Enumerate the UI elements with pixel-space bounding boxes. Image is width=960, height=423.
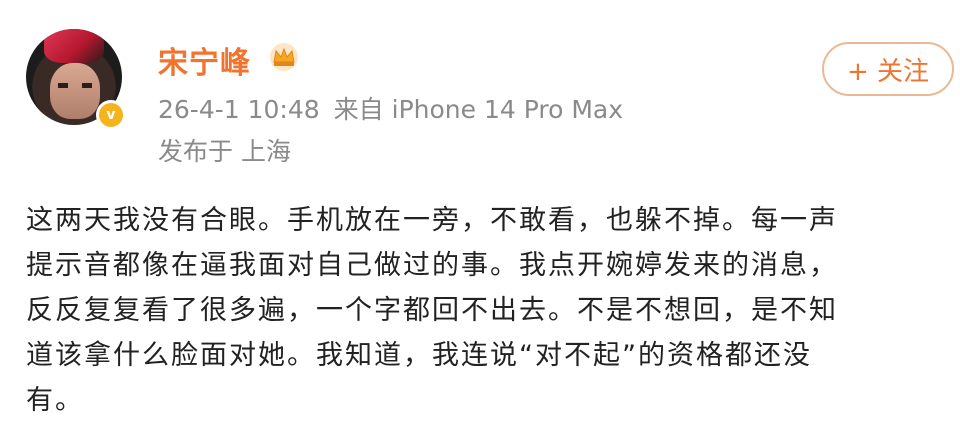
post-location: 发布于 上海 xyxy=(158,137,291,166)
post-line: 提示音都像在逼我面对自己做过的事。我点开婉婷发来的消息， xyxy=(26,250,838,281)
avatar-hair xyxy=(44,29,104,63)
post-body: 这两天我没有合眼。手机放在一旁，不敢看，也躲不掉。每一声 提示音都像在逼我面对自… xyxy=(26,198,946,423)
crown-icon xyxy=(270,43,298,71)
follow-button[interactable]: + 关注 xyxy=(822,42,954,96)
post-line: 有。 xyxy=(26,385,84,416)
post-line: 反反复复看了很多遍，一个字都回不出去。不是不想回，是不知 xyxy=(26,295,838,326)
post-meta: 26-4-1 10:48 来自 iPhone 14 Pro Max xyxy=(158,90,623,126)
username[interactable]: 宋宁峰 xyxy=(158,38,251,82)
avatar-face xyxy=(50,63,100,119)
post-line: 道该拿什么脸面对她。我知道，我连说“对不起”的资格都还没 xyxy=(26,340,812,371)
post-source: 来自 iPhone 14 Pro Max xyxy=(333,95,624,124)
post-line: 这两天我没有合眼。手机放在一旁，不敢看，也躲不掉。每一声 xyxy=(26,205,838,236)
verified-badge-icon: v xyxy=(96,100,126,130)
avatar-eyes xyxy=(58,83,92,88)
post-time: 26-4-1 10:48 xyxy=(158,95,320,124)
